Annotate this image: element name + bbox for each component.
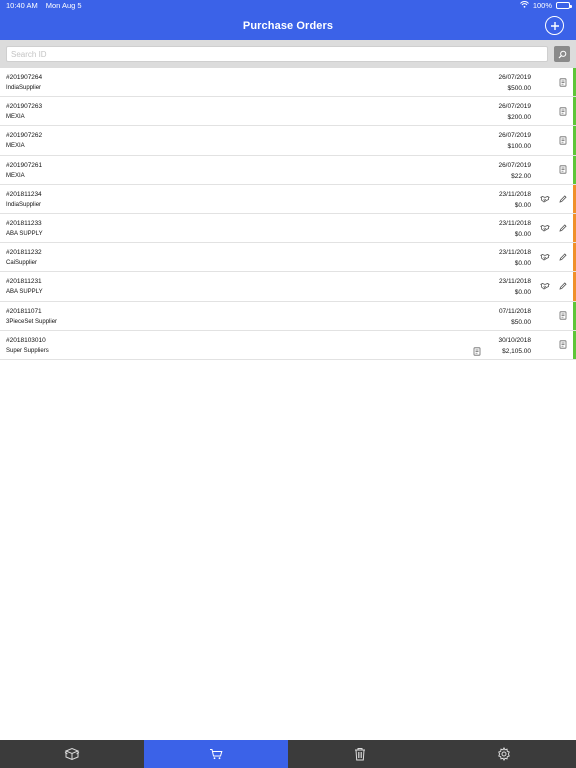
search-bar <box>0 40 576 68</box>
order-row[interactable]: #2018103010 Super Suppliers 30/10/2018 $2,1… <box>0 330 576 360</box>
order-amount: $0.00 <box>514 260 531 268</box>
order-supplier: CaiSupplier <box>6 260 38 267</box>
order-amount: $500.00 <box>507 85 532 92</box>
document-icon[interactable] <box>558 165 568 175</box>
order-supplier: IndiaSupplier <box>6 201 42 208</box>
status-time: 10:40 AM <box>6 1 38 10</box>
document-icon[interactable] <box>558 311 568 321</box>
order-list: #201907264 IndiaSupplier 26/07/2019 $500.00… <box>0 68 576 360</box>
order-row[interactable]: #201811232 CaiSupplier 23/11/2018 $0.00 <box>0 243 576 273</box>
order-row[interactable]: #201907263 MEXIA 26/07/2019 $200.00 <box>0 97 576 127</box>
order-date: 07/11/2018 <box>498 307 531 315</box>
order-supplier: IndiaSupplier <box>6 85 42 91</box>
order-date: 23/11/2018 <box>498 219 531 227</box>
order-id: #201907264 <box>6 74 43 81</box>
document-icon[interactable] <box>558 77 568 87</box>
order-id: #201811233 <box>6 219 42 227</box>
edit-icon[interactable] <box>558 252 568 262</box>
order-id: #201811231 <box>6 278 42 286</box>
order-id: #201811232 <box>6 249 42 257</box>
order-id: #201907263 <box>6 103 43 111</box>
order-amount: $100.00 <box>507 143 532 151</box>
tab-purchase-orders[interactable] <box>144 740 288 768</box>
battery-icon <box>556 2 572 9</box>
order-row[interactable]: #201811231 ABA SUPPLY 23/11/2018 $0.00 <box>0 272 576 302</box>
edit-icon[interactable] <box>558 194 568 204</box>
trash-icon <box>355 748 365 761</box>
order-id: #201811071 <box>6 307 42 315</box>
order-id: #201907262 <box>6 132 43 140</box>
search-input[interactable] <box>6 46 549 62</box>
tab-trash[interactable] <box>288 740 432 768</box>
tab-bar <box>0 740 576 768</box>
order-date: 23/11/2018 <box>498 278 531 286</box>
tab-products[interactable] <box>0 740 144 768</box>
add-order-button[interactable] <box>545 16 564 35</box>
search-icon <box>558 50 566 58</box>
order-date: 26/07/2019 <box>498 74 531 81</box>
order-row[interactable]: #201907261 MEXIA 26/07/2019 $22.00 <box>0 155 576 185</box>
battery-percent: 100% <box>532 1 552 10</box>
order-amount: $22.00 <box>511 172 531 180</box>
status-date: Mon Aug 5 <box>45 1 82 10</box>
order-supplier: ABA SUPPLY <box>6 289 43 296</box>
order-amount: $2,105.00 <box>502 347 531 355</box>
order-date: 30/10/2018 <box>498 336 531 344</box>
cart-icon <box>210 749 223 760</box>
receive-icon[interactable] <box>540 281 550 291</box>
order-id: #2018103010 <box>6 336 46 344</box>
tab-settings[interactable] <box>432 740 576 768</box>
order-id: #201907261 <box>6 161 43 169</box>
order-row[interactable]: #201907264 IndiaSupplier 26/07/2019 $500.00 <box>0 68 576 98</box>
wifi-icon <box>519 1 529 10</box>
order-amount: $0.00 <box>514 201 531 209</box>
order-date: 23/11/2018 <box>498 249 531 257</box>
document-icon[interactable] <box>558 106 568 116</box>
order-amount: $0.00 <box>514 289 531 297</box>
order-date: 26/07/2019 <box>498 103 531 111</box>
status-bar: 10:40 AM Mon Aug 5 100% <box>0 0 576 11</box>
receive-icon[interactable] <box>540 194 550 204</box>
box-icon <box>64 747 80 761</box>
edit-icon[interactable] <box>558 281 568 291</box>
order-amount: $0.00 <box>514 230 531 238</box>
order-supplier: ABA SUPPLY <box>6 230 43 237</box>
order-row[interactable]: #201907262 MEXIA 26/07/2019 $100.00 <box>0 126 576 156</box>
order-row[interactable]: #201811071 3PieceSet Supplier 07/11/2018 $5… <box>0 301 576 331</box>
order-amount: $50.00 <box>511 318 531 326</box>
order-supplier: MEXIA <box>6 114 25 121</box>
search-button[interactable] <box>554 46 570 62</box>
document-icon[interactable] <box>558 340 568 350</box>
order-row[interactable]: #201811233 ABA SUPPLY 23/11/2018 $0.00 <box>0 213 576 244</box>
order-supplier: 3PieceSet Supplier <box>6 318 58 325</box>
gear-icon <box>498 747 510 761</box>
receive-icon[interactable] <box>540 252 550 262</box>
order-supplier: Super Suppliers <box>6 347 49 354</box>
order-date: 26/07/2019 <box>498 161 531 169</box>
edit-icon[interactable] <box>558 223 568 233</box>
plus-icon <box>550 21 559 30</box>
order-date: 23/11/2018 <box>498 190 531 198</box>
nav-bar: Purchase Orders <box>0 11 576 40</box>
receive-icon[interactable] <box>540 223 550 233</box>
order-amount: $200.00 <box>507 114 532 122</box>
document-icon[interactable] <box>558 135 568 145</box>
page-title: Purchase Orders <box>242 19 334 32</box>
document-icon[interactable] <box>472 347 482 357</box>
order-supplier: MEXIA <box>6 172 25 179</box>
order-supplier: MEXIA <box>6 143 25 150</box>
order-row[interactable]: #201811234 IndiaSupplier 23/11/2018 $0.00 <box>0 184 576 214</box>
order-date: 26/07/2019 <box>498 132 531 140</box>
order-id: #201811234 <box>6 190 42 198</box>
